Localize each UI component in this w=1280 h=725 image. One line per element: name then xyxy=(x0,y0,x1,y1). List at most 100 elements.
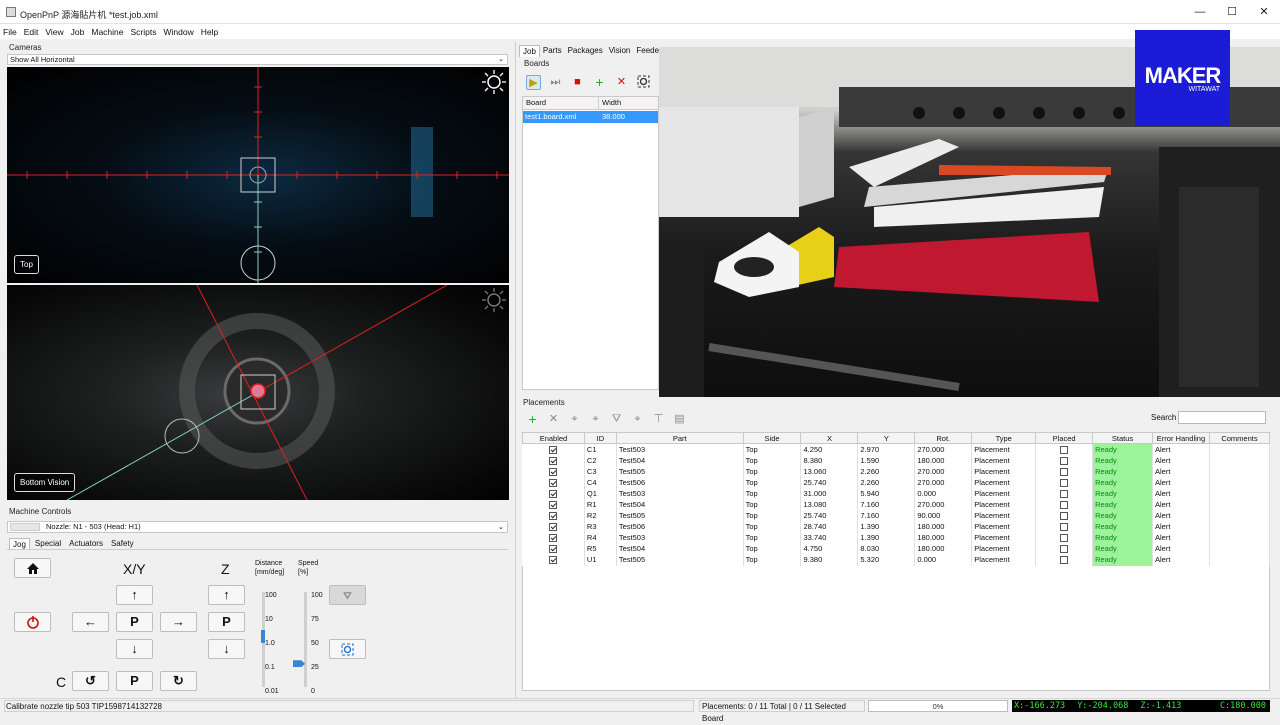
cell-y[interactable]: 2.970 xyxy=(857,443,916,455)
jog-x-plus-button[interactable]: → xyxy=(160,612,197,632)
cell-rot[interactable]: 270.000 xyxy=(914,465,973,477)
minimize-button[interactable]: — xyxy=(1192,4,1208,20)
cell-err[interactable]: Alert xyxy=(1152,543,1210,555)
cell-x[interactable]: 25.740 xyxy=(800,476,859,488)
table-row[interactable]: C3 Test505 Top 13.060 2.260 270.000 Placement R… xyxy=(522,465,1271,477)
cell-err[interactable]: Alert xyxy=(1152,465,1210,477)
menu-scripts[interactable]: Scripts xyxy=(131,27,157,37)
tab-job[interactable]: Job xyxy=(519,45,540,57)
capture-tool-button[interactable]: ⌖ xyxy=(588,412,603,427)
cell-part[interactable]: Test505 xyxy=(616,465,744,477)
cell-rot[interactable]: 270.000 xyxy=(914,498,973,511)
cell-side[interactable]: Top xyxy=(743,476,802,488)
cell-side[interactable]: Top xyxy=(743,510,802,522)
enabled-checkbox[interactable] xyxy=(549,545,558,554)
col-y[interactable]: Y xyxy=(857,432,916,444)
col-placed[interactable]: Placed xyxy=(1035,432,1094,444)
add-board-button[interactable]: + xyxy=(592,74,607,90)
enabled-checkbox[interactable] xyxy=(549,467,558,476)
cell-rot[interactable]: 0.000 xyxy=(914,554,973,566)
cell-type[interactable]: Placement xyxy=(971,465,1037,477)
cell-rot[interactable]: 0.000 xyxy=(914,487,973,499)
search-input[interactable] xyxy=(1178,411,1266,424)
nozzle-select[interactable]: Nozzle: N1 - 503 (Head: H1) ⌄ xyxy=(7,521,508,533)
cell-part[interactable]: Test504 xyxy=(616,454,744,466)
cell-side[interactable]: Top xyxy=(743,443,802,455)
enabled-checkbox[interactable] xyxy=(549,512,558,521)
cell-type[interactable]: Placement xyxy=(971,554,1037,566)
col-x[interactable]: X xyxy=(800,432,859,444)
sun-light-icon[interactable] xyxy=(481,69,507,95)
col-enabled[interactable]: Enabled xyxy=(522,432,585,444)
cell-type[interactable]: Placement xyxy=(971,443,1037,455)
col-id[interactable]: ID xyxy=(583,432,617,444)
enabled-checkbox[interactable] xyxy=(549,556,558,565)
cell-x[interactable]: 13.060 xyxy=(800,465,859,477)
col-side[interactable]: Side xyxy=(742,432,802,444)
placed-checkbox[interactable] xyxy=(1060,556,1069,565)
capture-board-button[interactable] xyxy=(636,75,651,90)
cell-comments[interactable] xyxy=(1209,454,1271,466)
camera-position-button[interactable] xyxy=(329,639,366,659)
menu-job[interactable]: Job xyxy=(71,27,85,37)
cell-comments[interactable] xyxy=(1209,487,1271,499)
table-row[interactable]: U1 Test505 Top 9.380 5.320 0.000 Placement Read… xyxy=(522,554,1271,566)
cell-type[interactable]: Placement xyxy=(971,487,1037,499)
cell-side[interactable]: Top xyxy=(743,487,802,499)
nozzle-button[interactable]: ⛛ xyxy=(609,412,624,427)
power-button[interactable] xyxy=(14,612,51,632)
jog-z-minus-button[interactable]: ↓ xyxy=(208,639,245,659)
menu-file[interactable]: File xyxy=(3,27,17,37)
cell-id[interactable]: R4 xyxy=(584,532,617,544)
maximize-button[interactable]: ☐ xyxy=(1224,4,1240,20)
cell-id[interactable]: R1 xyxy=(584,498,617,511)
cell-status[interactable]: Ready xyxy=(1092,465,1153,477)
enabled-checkbox[interactable] xyxy=(549,534,558,543)
cell-comments[interactable] xyxy=(1209,443,1271,455)
col-comments[interactable]: Comments xyxy=(1208,432,1271,444)
close-button[interactable]: ✕ xyxy=(1256,4,1272,20)
cell-x[interactable]: 4.250 xyxy=(800,443,859,455)
home-button[interactable] xyxy=(14,558,51,578)
cell-comments[interactable] xyxy=(1209,543,1271,555)
cell-part[interactable]: Test505 xyxy=(616,510,744,522)
cell-err[interactable]: Alert xyxy=(1152,554,1210,566)
cell-status[interactable]: Ready xyxy=(1092,498,1153,511)
cell-type[interactable]: Placement xyxy=(971,510,1037,522)
cell-comments[interactable] xyxy=(1209,532,1271,544)
col-error-handling[interactable]: Error Handling xyxy=(1151,432,1210,444)
jog-x-minus-button[interactable]: ← xyxy=(72,612,109,632)
speed-slider[interactable] xyxy=(304,592,307,687)
menu-window[interactable]: Window xyxy=(163,27,193,37)
park-z-button[interactable]: P xyxy=(208,612,245,632)
cell-status[interactable]: Ready xyxy=(1092,443,1153,455)
placed-checkbox[interactable] xyxy=(1060,445,1069,454)
cell-id[interactable]: C4 xyxy=(584,476,617,488)
cell-rot[interactable]: 180.000 xyxy=(914,454,973,466)
cell-type[interactable]: Placement xyxy=(971,521,1037,533)
cell-y[interactable]: 1.390 xyxy=(857,521,916,533)
board-row[interactable]: test1.board.xml 38.000 xyxy=(523,111,658,123)
edit-feeder-button[interactable]: ▤ xyxy=(672,412,687,427)
cell-side[interactable]: Top xyxy=(743,532,802,544)
table-row[interactable]: R5 Test504 Top 4.750 8.030 180.000 Placement Re… xyxy=(522,543,1271,555)
table-row[interactable]: R1 Test504 Top 13.080 7.160 270.000 Placement R… xyxy=(522,498,1271,511)
jog-z-plus-button[interactable]: ↑ xyxy=(208,585,245,605)
cell-id[interactable]: C1 xyxy=(584,443,617,455)
cell-rot[interactable]: 180.000 xyxy=(914,532,973,544)
cell-y[interactable]: 8.030 xyxy=(857,543,916,555)
move-camera-button[interactable]: ⌖ xyxy=(630,412,645,427)
cell-x[interactable]: 31.000 xyxy=(800,487,859,499)
cell-part[interactable]: Test506 xyxy=(616,476,744,488)
bottom-camera-view[interactable]: Bottom Vision xyxy=(7,285,509,500)
cell-id[interactable]: Q1 xyxy=(584,487,617,499)
cell-part[interactable]: Test506 xyxy=(616,521,744,533)
cell-status[interactable]: Ready xyxy=(1092,487,1153,499)
cell-rot[interactable]: 270.000 xyxy=(914,476,973,488)
cell-status[interactable]: Ready xyxy=(1092,543,1153,555)
cell-id[interactable]: C2 xyxy=(584,454,617,466)
cell-err[interactable]: Alert xyxy=(1152,487,1210,499)
placed-checkbox[interactable] xyxy=(1060,545,1069,554)
cell-part[interactable]: Test504 xyxy=(616,498,744,511)
remove-placement-button[interactable]: ✕ xyxy=(546,412,561,427)
